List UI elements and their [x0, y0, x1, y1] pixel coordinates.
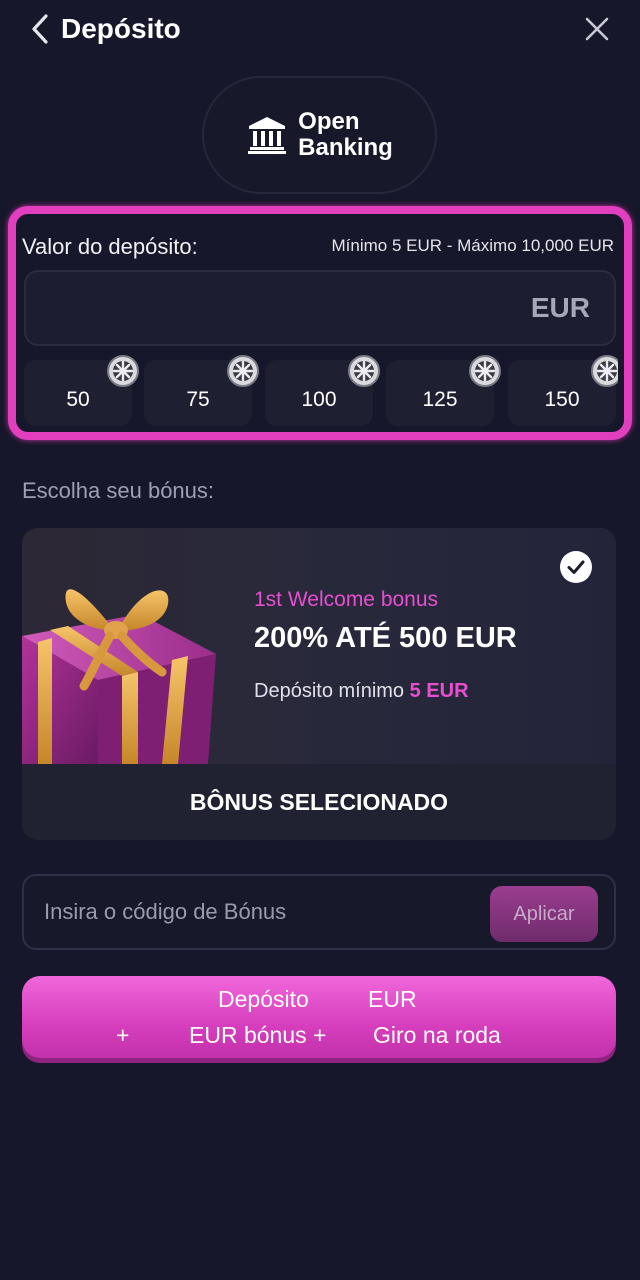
check-circle-icon — [560, 551, 592, 583]
coin-icon — [591, 355, 618, 387]
currency-label: EUR — [530, 292, 590, 323]
amount-section: Valor do depósito: Mínimo 5 EUR - Máximo… — [14, 220, 618, 426]
bonus-kicker: 1st Welcome bonus — [254, 588, 439, 611]
coin-icon — [107, 355, 139, 387]
deposit-submit-button[interactable]: Depósito EUR + EUR bónus + Giro na roda — [22, 976, 616, 1058]
quick-amount-button[interactable]: 125 — [386, 355, 501, 426]
quick-amount-value: 50 — [66, 388, 90, 411]
apply-code-button[interactable]: Aplicar — [490, 886, 598, 942]
payment-method-label: Open Banking — [298, 108, 393, 161]
deposit-button-bonus: EUR bónus + — [189, 1022, 327, 1048]
deposit-button-prefix: Depósito — [218, 986, 309, 1012]
close-icon — [585, 17, 609, 41]
amount-limits: Mínimo 5 EUR - Máximo 10,000 EUR — [331, 236, 614, 255]
chevron-left-icon — [32, 14, 48, 44]
bank-icon — [248, 117, 287, 154]
bonus-minimum: Depósito mínimo 5 EUR — [254, 680, 469, 703]
bonus-code-input[interactable] — [44, 890, 484, 934]
close-button[interactable] — [580, 12, 614, 46]
coin-icon — [227, 355, 259, 387]
page-title: Depósito — [61, 13, 181, 44]
coin-icon — [469, 355, 501, 387]
deposit-button-wheel: Giro na roda — [373, 1022, 501, 1048]
bonus-code-box: Aplicar — [22, 874, 616, 950]
bonus-card[interactable]: 1st Welcome bonus 200% ATÉ 500 EUR Depós… — [22, 528, 616, 840]
amount-label: Valor do depósito: — [22, 234, 198, 259]
bonus-card-banner: 1st Welcome bonus 200% ATÉ 500 EUR Depós… — [22, 528, 616, 764]
quick-amount-button[interactable]: 75 — [144, 355, 259, 426]
amount-input[interactable]: EUR — [24, 270, 616, 346]
back-button[interactable] — [28, 12, 54, 46]
quick-amount-button[interactable]: 100 — [265, 355, 380, 426]
quick-amount-button[interactable]: 150 — [508, 355, 618, 426]
bonus-selected-status: BÔNUS SELECIONADO — [22, 764, 616, 840]
gift-icon — [22, 589, 216, 764]
bonus-minimum-value: 5 EUR — [409, 680, 469, 702]
deposit-button-plus: + — [116, 1022, 130, 1048]
quick-amount-value: 100 — [301, 388, 337, 411]
bonus-title: 200% ATÉ 500 EUR — [254, 622, 517, 654]
bonus-minimum-label: Depósito mínimo — [254, 680, 405, 702]
quick-amount-value: 75 — [186, 388, 210, 411]
quick-amount-value: 150 — [544, 388, 580, 411]
payment-method-open-banking[interactable]: Open Banking — [202, 76, 437, 194]
header-bar: Depósito — [0, 0, 640, 58]
deposit-button-currency: EUR — [368, 986, 417, 1012]
coin-icon — [348, 355, 380, 387]
quick-amount-button[interactable]: 50 — [24, 355, 139, 426]
quick-amount-value: 125 — [422, 388, 458, 411]
bonus-section-label: Escolha seu bónus: — [22, 478, 215, 503]
